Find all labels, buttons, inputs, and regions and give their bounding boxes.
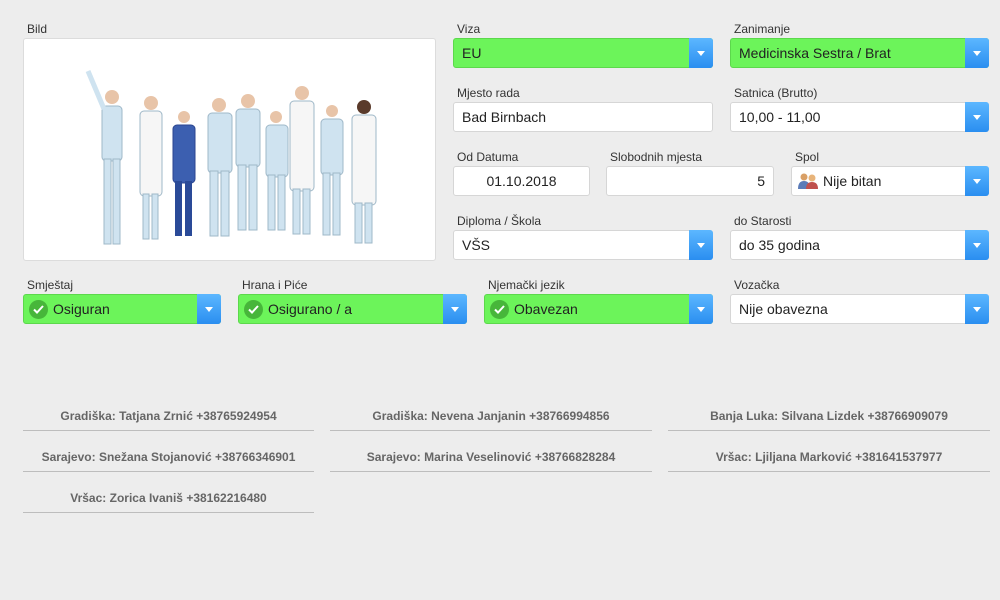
medical-staff-illustration: [85, 70, 377, 245]
zanimanje-select[interactable]: Medicinska Sestra / Brat: [730, 38, 989, 68]
chevron-down-icon[interactable]: [197, 294, 221, 324]
chevron-down-icon[interactable]: [443, 294, 467, 324]
check-icon: [29, 299, 48, 319]
image-label: Bild: [27, 22, 48, 36]
mjesto-rada-value: Bad Birnbach: [462, 109, 547, 125]
chevron-down-icon[interactable]: [689, 38, 713, 68]
hrana-select[interactable]: Osigurano / a: [238, 294, 467, 324]
spol-label: Spol: [795, 150, 820, 164]
zanimanje-value: Medicinska Sestra / Brat: [739, 45, 891, 61]
slobodnih-mjesta-label: Slobodnih mjesta: [610, 150, 703, 164]
chevron-down-icon[interactable]: [689, 230, 713, 260]
diploma-label: Diploma / Škola: [457, 214, 542, 228]
spol-select[interactable]: Nije bitan: [791, 166, 989, 196]
contact-item: Banja Luka: Silvana Lizdek +38766909079: [668, 409, 990, 431]
njemacki-label: Njemački jezik: [488, 278, 565, 292]
slobodnih-mjesta-input[interactable]: 5: [606, 166, 774, 196]
njemacki-value: Obavezan: [514, 301, 578, 317]
check-icon: [490, 299, 509, 319]
diploma-value: VŠS: [462, 237, 491, 253]
vozacka-label: Vozačka: [734, 278, 780, 292]
chevron-down-icon[interactable]: [965, 166, 989, 196]
mjesto-rada-label: Mjesto rada: [457, 86, 520, 100]
smjestaj-value: Osiguran: [53, 301, 110, 317]
chevron-down-icon[interactable]: [689, 294, 713, 324]
contact-item: Vršac: Zorica Ivaniš +38162216480: [23, 491, 314, 513]
check-icon: [244, 299, 263, 319]
staff-photo: [23, 38, 436, 261]
hrana-label: Hrana i Piće: [242, 278, 308, 292]
od-datuma-value: 01.10.2018: [486, 173, 557, 189]
people-icon: [797, 172, 819, 190]
satnica-value: 10,00 - 11,00: [739, 109, 821, 125]
viza-value: EU: [462, 45, 482, 61]
chevron-down-icon[interactable]: [965, 102, 989, 132]
satnica-select[interactable]: 10,00 - 11,00: [730, 102, 989, 132]
do-starosti-value: do 35 godina: [739, 237, 820, 253]
viza-select[interactable]: EU: [453, 38, 713, 68]
smjestaj-label: Smještaj: [27, 278, 74, 292]
viza-label: Viza: [457, 22, 481, 36]
od-datuma-label: Od Datuma: [457, 150, 519, 164]
do-starosti-select[interactable]: do 35 godina: [730, 230, 989, 260]
staff-figure: [85, 70, 123, 245]
mjesto-rada-input[interactable]: Bad Birnbach: [453, 102, 713, 132]
do-starosti-label: do Starosti: [734, 214, 792, 228]
diploma-select[interactable]: VŠS: [453, 230, 713, 260]
contact-item: Gradiška: Nevena Janjanin +38766994856: [330, 409, 652, 431]
contact-item: Sarajevo: Marina Veselinović +3876682828…: [330, 450, 652, 472]
vozacka-value: Nije obavezna: [739, 301, 828, 317]
smjestaj-select[interactable]: Osiguran: [23, 294, 221, 324]
chevron-down-icon[interactable]: [965, 294, 989, 324]
vozacka-select[interactable]: Nije obavezna: [730, 294, 989, 324]
contact-item: Vršac: Ljiljana Marković +381641537977: [668, 450, 990, 472]
satnica-label: Satnica (Brutto): [734, 86, 818, 100]
contact-item: Sarajevo: Snežana Stojanović +3876634690…: [23, 450, 314, 472]
od-datuma-input[interactable]: 01.10.2018: [453, 166, 590, 196]
chevron-down-icon[interactable]: [965, 38, 989, 68]
chevron-down-icon[interactable]: [965, 230, 989, 260]
hrana-value: Osigurano / a: [268, 301, 353, 317]
spol-value: Nije bitan: [823, 173, 882, 189]
njemacki-select[interactable]: Obavezan: [484, 294, 713, 324]
contact-item: Gradiška: Tatjana Zrnić +38765924954: [23, 409, 314, 431]
slobodnih-mjesta-value: 5: [757, 173, 765, 189]
zanimanje-label: Zanimanje: [734, 22, 791, 36]
